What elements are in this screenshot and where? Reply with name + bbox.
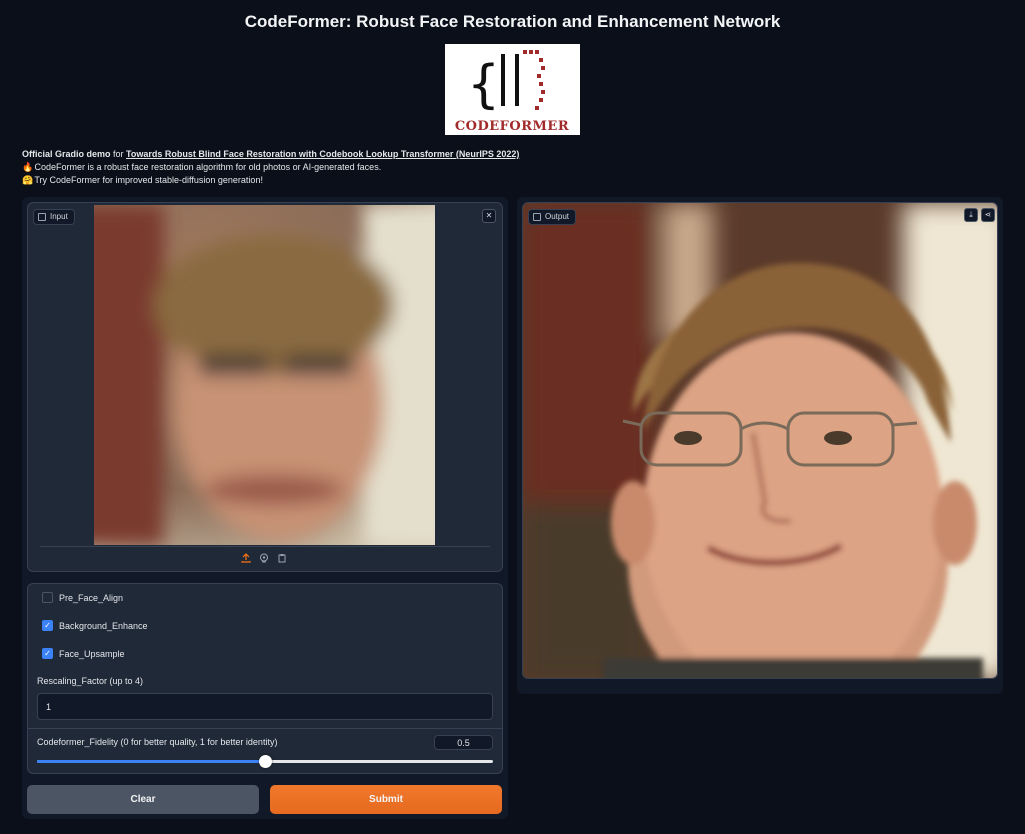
upload-icon[interactable] (241, 553, 251, 563)
page-title: CodeFormer: Robust Face Restoration and … (244, 12, 781, 31)
left-column: Input ✕ Pre_Face_Align ✓ Background_Enha… (22, 197, 508, 819)
image-icon (533, 213, 541, 221)
pre-face-align-label: Pre_Face_Align (59, 592, 124, 603)
pre-face-align-checkbox[interactable] (42, 592, 53, 603)
output-image (523, 203, 997, 678)
rescaling-factor-label: Rescaling_Factor (up to 4) (37, 676, 144, 686)
options-panel: Pre_Face_Align ✓ Background_Enhance ✓ Fa… (27, 583, 503, 774)
source-divider (40, 546, 490, 547)
background-enhance-checkbox[interactable]: ✓ (42, 620, 53, 631)
face-upsample-label: Face_Upsample (59, 648, 125, 659)
source-selector (241, 553, 287, 563)
clear-button[interactable]: Clear (27, 785, 259, 814)
fidelity-value-input[interactable]: 0.5 (434, 735, 493, 750)
rescaling-factor-input[interactable]: 1 (37, 693, 493, 720)
desc-prefix: Official Gradio demo (22, 149, 111, 159)
codeformer-logo: { CODEFORMER (445, 44, 580, 135)
paper-link[interactable]: Towards Robust Blind Face Restoration wi… (126, 149, 519, 159)
desc-line2: CodeFormer is a robust face restoration … (34, 162, 382, 172)
share-icon[interactable]: ⋖ (981, 208, 995, 222)
options-divider (28, 728, 502, 729)
close-icon[interactable]: ✕ (482, 209, 496, 223)
desc-line3: Try CodeFormer for improved stable-diffu… (34, 175, 263, 185)
image-icon (38, 213, 46, 221)
hugging-face-icon: 🤗 (22, 175, 34, 185)
fidelity-slider[interactable] (37, 755, 493, 768)
fidelity-slider-fill (37, 760, 265, 763)
face-upsample-option[interactable]: ✓ Face_Upsample (42, 648, 125, 659)
input-image-panel: Input ✕ (27, 202, 503, 572)
face-upsample-checkbox[interactable]: ✓ (42, 648, 53, 659)
pre-face-align-option[interactable]: Pre_Face_Align (42, 592, 123, 603)
input-image[interactable] (94, 205, 435, 545)
description: Official Gradio demo for Towards Robust … (22, 148, 519, 187)
fidelity-label: Codeformer_Fidelity (0 for better qualit… (37, 737, 278, 747)
svg-text:{: { (467, 55, 500, 115)
output-label-badge: Output (528, 209, 577, 225)
submit-button[interactable]: Submit (270, 785, 502, 814)
output-label: Output (545, 212, 570, 221)
fire-icon: 🔥 (22, 162, 34, 172)
logo-wordmark: CODEFORMER (455, 119, 569, 134)
webcam-icon[interactable] (259, 553, 269, 563)
clipboard-icon[interactable] (277, 553, 287, 563)
right-column: Output ⤓ ⋖ (517, 197, 1003, 694)
download-icon[interactable]: ⤓ (964, 208, 978, 222)
background-enhance-option[interactable]: ✓ Background_Enhance (42, 620, 148, 631)
input-label: Input (50, 212, 68, 221)
output-image-panel: Output ⤓ ⋖ (522, 202, 998, 679)
fidelity-slider-thumb[interactable] (258, 755, 272, 768)
desc-for: for (110, 149, 127, 159)
background-enhance-label: Background_Enhance (59, 620, 148, 631)
input-label-badge: Input (33, 209, 75, 225)
